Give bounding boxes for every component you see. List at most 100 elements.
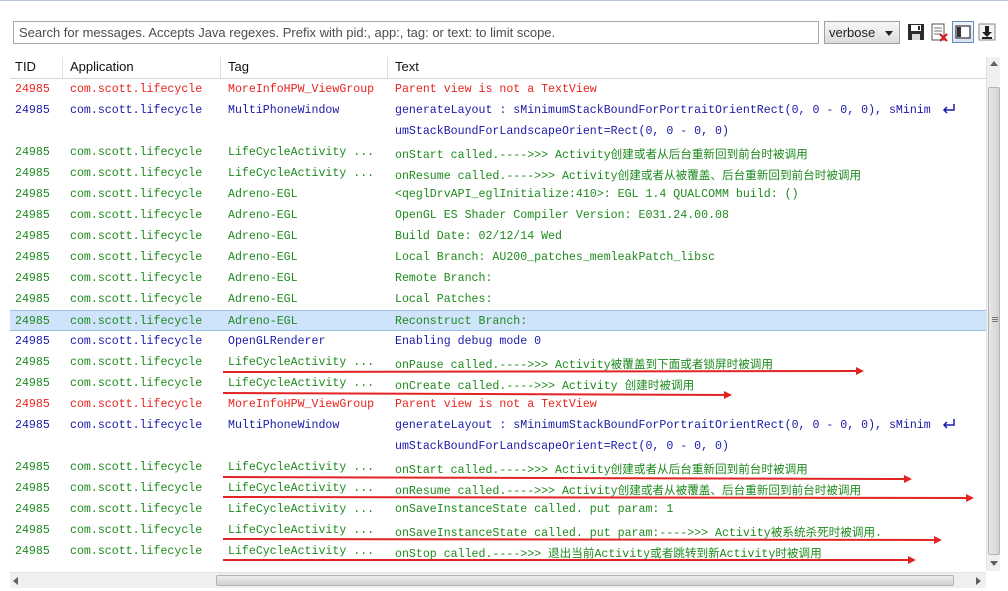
split-panel-icon xyxy=(955,25,971,39)
log-text: Local Branch: AU200_patches_memleakPatch… xyxy=(395,251,716,264)
clear-log-icon[interactable] xyxy=(929,22,949,42)
log-application: com.scott.lifecycle xyxy=(70,230,203,243)
log-tid: 24985 xyxy=(15,503,50,516)
log-tid: 24985 xyxy=(15,188,50,201)
log-application: com.scott.lifecycle xyxy=(70,146,203,159)
log-row[interactable]: 24985 com.scott.lifecycle MoreInfoHPW_View… xyxy=(10,394,986,415)
log-text: Enabling debug mode 0 xyxy=(395,335,542,348)
log-application: com.scott.lifecycle xyxy=(70,188,203,201)
log-application: com.scott.lifecycle xyxy=(70,419,203,432)
log-application: com.scott.lifecycle xyxy=(70,209,203,222)
scroll-up-icon[interactable] xyxy=(990,61,998,66)
logcat-toolbar: verbose xyxy=(0,1,1008,57)
column-divider[interactable] xyxy=(387,57,388,78)
log-tag: LifeCycleActivity ... xyxy=(228,377,375,390)
log-row[interactable]: 24985 com.scott.lifecycle Adreno-EGL <qeglD… xyxy=(10,184,986,205)
log-tag: Adreno-EGL xyxy=(228,230,298,243)
log-row[interactable]: 24985 com.scott.lifecycle MoreInfoHPW_View… xyxy=(10,79,986,100)
log-tid: 24985 xyxy=(15,335,50,348)
log-tid: 24985 xyxy=(15,482,50,495)
column-header-application[interactable]: Application xyxy=(70,59,134,74)
grip-icon xyxy=(992,317,998,318)
log-application: com.scott.lifecycle xyxy=(70,503,203,516)
log-text: onCreate called.---->>> Activity 创建时被调用 xyxy=(395,380,695,393)
log-row[interactable]: 24985 com.scott.lifecycle Adreno-EGL Remote… xyxy=(10,268,986,289)
log-text: OpenGL ES Shader Compiler Version: E031.… xyxy=(395,209,729,222)
log-row[interactable]: 24985 com.scott.lifecycle LifeCycleActivit… xyxy=(10,373,986,394)
log-row[interactable]: 24985 com.scott.lifecycle Adreno-EGL Local … xyxy=(10,289,986,310)
log-text: Parent view is not a TextView xyxy=(395,398,597,411)
log-text: onSaveInstanceState called. put param: 1 xyxy=(395,503,674,516)
log-row[interactable]: 24985 com.scott.lifecycle LifeCycleActivit… xyxy=(10,352,986,373)
scroll-to-end-icon[interactable] xyxy=(977,22,997,42)
log-tid: 24985 xyxy=(15,377,50,390)
log-row-continuation[interactable]: umStackBoundForLandscapeOrient=Rect(0, 0… xyxy=(10,436,986,457)
vertical-scroll-thumb[interactable] xyxy=(988,87,1000,555)
log-row[interactable]: 24985 com.scott.lifecycle LifeCycleActivit… xyxy=(10,163,986,184)
log-row[interactable]: 24985 com.scott.lifecycle MultiPhoneWindow… xyxy=(10,100,986,121)
log-tid: 24985 xyxy=(15,251,50,264)
log-text: onResume called.---->>> Activity创建或者从被覆盖… xyxy=(395,485,862,498)
log-tid: 24985 xyxy=(15,209,50,222)
horizontal-scrollbar[interactable] xyxy=(10,572,986,588)
log-tag: Adreno-EGL xyxy=(228,315,298,328)
toggle-filters-button[interactable] xyxy=(952,21,974,43)
log-text: onStart called.---->>> Activity创建或者从后台重新… xyxy=(395,464,808,477)
column-header-tid[interactable]: TID xyxy=(15,59,36,74)
vertical-scrollbar[interactable] xyxy=(986,57,1000,571)
log-row[interactable]: 24985 com.scott.lifecycle Adreno-EGL Build … xyxy=(10,226,986,247)
column-divider[interactable] xyxy=(220,57,221,78)
log-tid: 24985 xyxy=(15,419,50,432)
log-application: com.scott.lifecycle xyxy=(70,272,203,285)
log-tid: 24985 xyxy=(15,83,50,96)
log-row[interactable]: 24985 com.scott.lifecycle LifeCycleActivit… xyxy=(10,541,986,562)
log-tag: LifeCycleActivity ... xyxy=(228,146,375,159)
log-message-list[interactable]: 24985 com.scott.lifecycle MoreInfoHPW_View… xyxy=(10,79,986,571)
log-row[interactable]: 24985 com.scott.lifecycle Adreno-EGL Local … xyxy=(10,247,986,268)
log-row[interactable]: 24985 com.scott.lifecycle LifeCycleActivit… xyxy=(10,520,986,541)
log-tid: 24985 xyxy=(15,356,50,369)
column-header-tag[interactable]: Tag xyxy=(228,59,249,74)
log-tid: 24985 xyxy=(15,315,50,328)
log-tag: MultiPhoneWindow xyxy=(228,104,340,117)
save-icon[interactable] xyxy=(906,22,926,42)
log-tag: LifeCycleActivity ... xyxy=(228,356,375,369)
log-text: onSaveInstanceState called. put param:--… xyxy=(395,527,883,540)
log-text: onResume called.---->>> Activity创建或者从被覆盖… xyxy=(395,170,862,183)
log-application: com.scott.lifecycle xyxy=(70,335,203,348)
log-row[interactable]: 24985 com.scott.lifecycle LifeCycleActivit… xyxy=(10,499,986,520)
log-row[interactable]: 24985 com.scott.lifecycle LifeCycleActivit… xyxy=(10,457,986,478)
scroll-down-icon[interactable] xyxy=(990,561,998,566)
log-application: com.scott.lifecycle xyxy=(70,398,203,411)
column-divider[interactable] xyxy=(62,57,63,78)
log-row-continuation[interactable]: umStackBoundForLandscapeOrient=Rect(0, 0… xyxy=(10,121,986,142)
log-tag: MoreInfoHPW_ViewGroup xyxy=(228,83,375,96)
log-tag: LifeCycleActivity ... xyxy=(228,524,375,537)
log-level-select[interactable]: verbose xyxy=(824,21,900,44)
log-tag: Adreno-EGL xyxy=(228,293,298,306)
log-row[interactable]: 24985 com.scott.lifecycle Adreno-EGL OpenGL… xyxy=(10,205,986,226)
horizontal-scroll-thumb[interactable] xyxy=(216,575,954,586)
log-tag: LifeCycleActivity ... xyxy=(228,482,375,495)
log-row[interactable]: 24985 com.scott.lifecycle OpenGLRenderer En… xyxy=(10,331,986,352)
log-application: com.scott.lifecycle xyxy=(70,482,203,495)
chevron-down-icon xyxy=(885,31,893,36)
log-text: umStackBoundForLandscapeOrient=Rect(0, 0… xyxy=(395,125,729,138)
log-text: umStackBoundForLandscapeOrient=Rect(0, 0… xyxy=(395,440,729,453)
log-row[interactable]: 24985 com.scott.lifecycle LifeCycleActivit… xyxy=(10,142,986,163)
log-row[interactable]: 24985 com.scott.lifecycle LifeCycleActivit… xyxy=(10,478,986,499)
log-tag: Adreno-EGL xyxy=(228,188,298,201)
log-tag: MoreInfoHPW_ViewGroup xyxy=(228,398,375,411)
log-tid: 24985 xyxy=(15,524,50,537)
log-text: Build Date: 02/12/14 Wed xyxy=(395,230,562,243)
scroll-right-icon[interactable] xyxy=(976,577,981,585)
log-table-header: TID Application Tag Text xyxy=(10,57,986,79)
log-application: com.scott.lifecycle xyxy=(70,251,203,264)
search-input[interactable] xyxy=(13,21,819,44)
column-header-text[interactable]: Text xyxy=(395,59,419,74)
scroll-left-icon[interactable] xyxy=(13,577,18,585)
log-row[interactable]: 24985 com.scott.lifecycle MultiPhoneWindow… xyxy=(10,415,986,436)
log-tid: 24985 xyxy=(15,545,50,558)
log-row[interactable]: 24985 com.scott.lifecycle Adreno-EGL Recons… xyxy=(10,310,986,331)
log-application: com.scott.lifecycle xyxy=(70,356,203,369)
